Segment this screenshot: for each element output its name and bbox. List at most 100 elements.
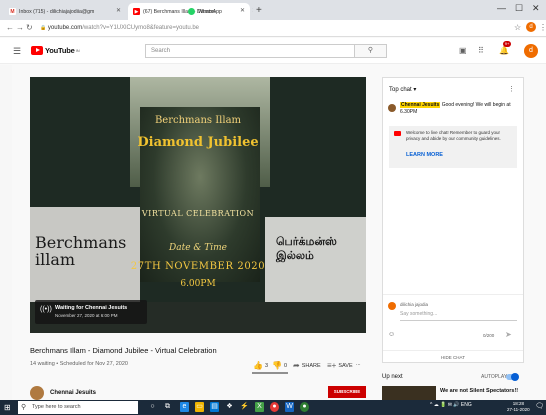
subscribe-button[interactable]: SUBSCRIBE [328,386,366,398]
share-label: SHARE [301,362,321,369]
back-icon[interactable]: ← [6,23,14,32]
overlay-diamond-jubilee: Diamond Jubilee [137,135,259,150]
taskbar-clock[interactable]: 18:28 27-11-2020 [507,401,530,413]
windows-start-icon[interactable]: ⊞ [4,403,11,412]
search-input[interactable]: Search [145,44,355,58]
profile-avatar[interactable]: d [526,22,536,32]
new-tab-button[interactable]: + [256,5,262,16]
lock-icon: 🔒 [40,25,47,31]
system-tray[interactable]: ^ ☁ 🔋 ✉ 🔊 ENG [430,402,472,408]
overlay-berchmans-illam: Berchmans Illam [154,115,242,126]
tab-title: WhatsApp [198,8,222,15]
user-name: dilichia jajodia [400,302,429,307]
chat-author-avatar [388,104,396,112]
skype-icon[interactable]: ⚡ [240,402,249,412]
minimize-icon[interactable]: — [497,3,506,13]
channel-row[interactable]: Chennai Jesuits [30,386,96,400]
word-icon[interactable]: W [285,402,294,412]
learn-more-link[interactable]: LEARN MORE [406,152,443,158]
cortana-icon[interactable]: ○ [148,402,157,412]
close-icon[interactable]: ✕ [116,7,121,14]
close-window-icon[interactable]: ✕ [532,3,540,14]
file-explorer-icon[interactable]: ▭ [195,402,204,412]
overlay-time: 6.00PM [180,279,216,289]
page-left-margin [0,65,12,400]
tab-title: Inbox (715) - dilichiajajodiia@gm [19,8,95,15]
playlist-add-icon: ≡+ [327,361,337,370]
next-video-title[interactable]: We are not Silent Spectators!! [440,388,518,394]
top-chat-dropdown[interactable]: Top chat ▾ [389,86,416,93]
like-ratio-fill [252,372,288,374]
hamburger-menu-icon[interactable]: ☰ [13,46,21,57]
next-video-thumbnail[interactable] [382,386,436,400]
action-center-icon[interactable]: 🗨 [535,402,544,410]
save-button[interactable]: ≡+ SAVE [327,361,353,370]
dropbox-icon[interactable]: ❖ [225,402,234,412]
tab-gmail[interactable]: M Inbox (715) - dilichiajajodiia@gm ✕ [4,3,126,20]
forward-icon[interactable]: → [16,23,24,32]
waiting-notice: ((•)) Waiting for Chennai Jesuits Novemb… [35,300,147,324]
notification-badge: 9+ [503,41,511,47]
youtube-logo[interactable]: YouTube IN [31,46,80,55]
send-icon[interactable]: ➤ [505,330,512,339]
waiting-subtitle: November 27, 2020 at 6:00 PM [55,313,118,318]
taskbar-search-input[interactable]: ⚲ Type here to search [18,401,138,414]
task-view-icon[interactable]: ⧉ [163,402,172,412]
thumbs-up-icon: 👍 [253,361,263,370]
autoplay-toggle[interactable] [506,373,519,381]
excel-icon[interactable]: X [255,402,264,412]
chat-more-icon[interactable]: ⋮ [508,85,515,93]
like-count: 3 [264,362,269,369]
browser-menu-icon[interactable]: ⋮ [539,23,546,32]
bookmark-star-icon[interactable]: ☆ [514,23,521,32]
search-icon: ⚲ [367,47,374,54]
gmail-icon: M [9,8,16,15]
dislike-button[interactable]: 👎 0 [272,361,287,370]
youtube-icon [394,131,401,136]
whatsapp-taskbar-icon[interactable]: ● [300,402,309,412]
windows-taskbar: ⊞ ⚲ Type here to search ○ ⧉ e ▭ ▤ ❖ ⚡ X … [0,400,546,415]
video-title: Berchmans Illam - Diamond Jubilee - Virt… [30,346,217,355]
url-field[interactable]: 🔒 youtube.com/watch?v=Y1UXlCUymo8&featur… [40,23,495,34]
char-count: 0/200 [483,333,495,338]
chat-input-area: dilichia jajodia Say something... ☺ 0/20… [383,294,523,362]
address-bar-row: ← → ↻ 🔒 youtube.com/watch?v=Y1UXlCUymo8&… [0,20,546,37]
search-button[interactable]: ⚲ [355,44,387,58]
waiting-title: Waiting for Chennai Jesuits [55,305,128,311]
like-button[interactable]: 👍 3 [253,361,268,370]
chrome-icon[interactable]: ● [270,402,279,412]
live-broadcast-icon: ((•)) [40,306,52,313]
live-chat-panel: Top chat ▾ ⋮ Chennai Jesuits Good evenin… [382,77,524,363]
thumbs-down-icon: 👎 [272,361,282,370]
share-button[interactable]: ➦ SHARE [293,361,321,370]
emoji-icon[interactable]: ☺ [388,331,395,338]
up-next-label: Up next [382,374,403,380]
youtube-play-icon [31,46,43,55]
url-host: youtube.com [47,25,83,31]
video-background-gate [140,107,260,282]
chat-input[interactable]: Say something... [400,311,517,321]
edge-icon[interactable]: e [180,402,189,412]
channel-avatar[interactable] [30,386,44,400]
clock-date: 27-11-2020 [507,407,530,412]
youtube-wordmark: YouTube [45,46,75,55]
account-avatar[interactable]: d [524,44,538,58]
region-code: IN [75,48,80,53]
youtube-icon: ▶ [133,8,140,15]
create-video-icon[interactable]: ▣ [459,46,467,55]
whatsapp-icon [188,8,195,15]
maximize-icon[interactable]: ☐ [515,3,523,14]
close-icon[interactable]: ✕ [252,7,253,14]
more-actions-button[interactable]: ... [356,361,361,367]
store-icon[interactable]: ▤ [210,402,219,412]
hide-chat-button[interactable]: HIDE CHAT [383,350,523,360]
channel-name[interactable]: Chennai Jesuits [50,390,96,396]
reload-icon[interactable]: ↻ [26,23,33,32]
notifications-bell-icon[interactable]: 🔔 [499,46,509,55]
youtube-header: ☰ YouTube IN Search ⚲ ▣ ⠿ 🔔 9+ d [0,38,546,64]
overlay-date-time-label: Date & Time [169,243,227,253]
tab-whatsapp[interactable]: WhatsApp ✕ [183,3,253,20]
apps-grid-icon[interactable]: ⠿ [478,46,484,55]
share-icon: ➦ [293,361,300,370]
dislike-count: 0 [283,362,288,369]
